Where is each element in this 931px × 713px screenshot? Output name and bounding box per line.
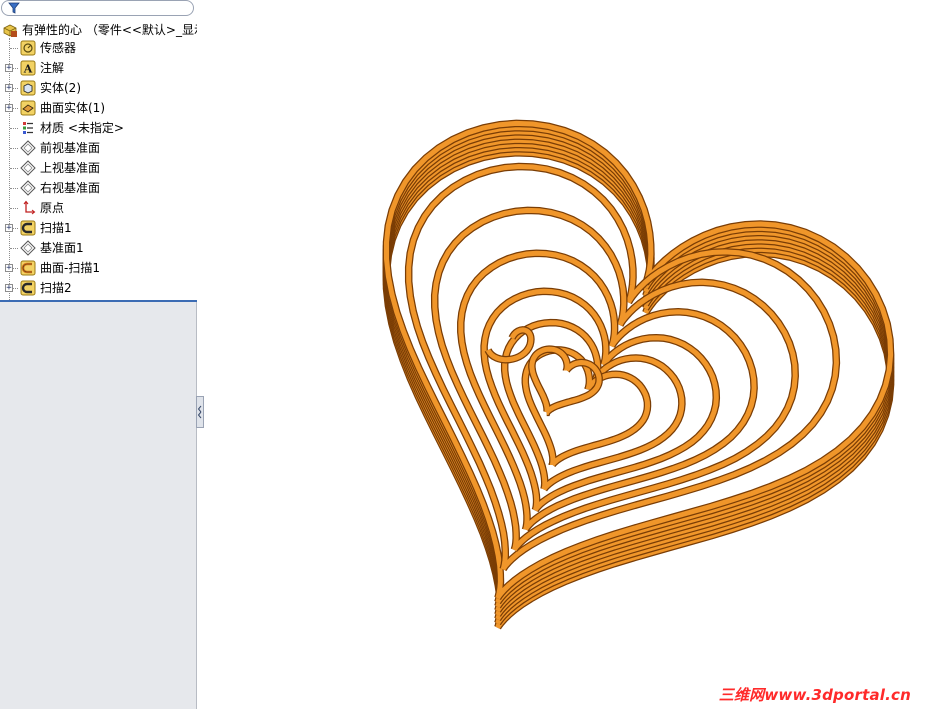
- plane-icon: [20, 240, 36, 256]
- tree-item-label: 传感器: [40, 41, 77, 55]
- watermark-text: 三维网www.3dportal.cn: [718, 686, 911, 704]
- expand-toggle[interactable]: +: [5, 64, 13, 73]
- graphics-viewport[interactable]: 三维网www.3dportal.cn: [198, 0, 931, 709]
- surface-sweep-icon: [20, 260, 36, 276]
- tree-branch: [10, 128, 18, 129]
- expand-toggle[interactable]: +: [5, 284, 13, 293]
- part-icon: [3, 24, 17, 37]
- tree-item-label: 右视基准面: [40, 181, 101, 195]
- tree-item-plane1[interactable]: 基准面1: [0, 238, 197, 258]
- expand-toggle[interactable]: +: [5, 224, 13, 233]
- tree-item-label: 前视基准面: [40, 141, 101, 155]
- material-icon: [23, 122, 33, 134]
- tree-item-label: 曲面-扫描1: [40, 261, 100, 275]
- tree-item-surface-bodies[interactable]: + 曲面实体(1): [0, 98, 197, 118]
- tree-item-surface-sweep1[interactable]: + 曲面-扫描1: [0, 258, 197, 278]
- origin-icon: [23, 200, 36, 215]
- tree-item-label: 材质 <未指定>: [40, 121, 124, 135]
- tree-item-top-plane[interactable]: 上视基准面: [0, 158, 197, 178]
- plane-icon: [20, 180, 36, 196]
- annotation-icon: A: [20, 60, 36, 76]
- expand-toggle[interactable]: +: [5, 84, 13, 93]
- expand-toggle[interactable]: +: [5, 264, 13, 273]
- tree-root-label: 有弹性的心 （零件<<默认>_显示: [22, 23, 197, 37]
- spring-heart-model[interactable]: [198, 0, 931, 709]
- sweep-icon: [20, 280, 36, 296]
- tree-item-right-plane[interactable]: 右视基准面: [0, 178, 197, 198]
- heart-tube-coils: [382, 119, 895, 630]
- tree-item-material[interactable]: 材质 <未指定>: [0, 118, 197, 138]
- tree-branch: [10, 148, 18, 149]
- tree-branch: [10, 188, 18, 189]
- tree-branch: [13, 228, 18, 229]
- tree-branch: [10, 208, 18, 209]
- tree-branch: [13, 268, 18, 269]
- tree-item-label: 曲面实体(1): [40, 101, 105, 115]
- tree-branch: [13, 88, 18, 89]
- tree-item-label: 原点: [40, 201, 65, 215]
- tree-branch: [13, 288, 18, 289]
- tree-item-label: 扫描2: [40, 281, 72, 295]
- surface-bodies-icon: [20, 100, 36, 116]
- tree-branch: [10, 48, 18, 49]
- feature-filter-input[interactable]: [1, 0, 194, 16]
- expand-toggle[interactable]: +: [5, 104, 13, 113]
- tree-item-label: 上视基准面: [40, 161, 101, 175]
- tree-item-sweep2[interactable]: + 扫描2: [0, 278, 197, 298]
- tree-branch: [13, 68, 18, 69]
- tree-item-label: 注解: [40, 61, 65, 75]
- feature-tree: 有弹性的心 （零件<<默认>_显示 传感器 + A 注解 + 实体(2) + 曲…: [0, 18, 197, 300]
- filter-icon[interactable]: [8, 2, 20, 14]
- tree-item-annotations[interactable]: + A 注解: [0, 58, 197, 78]
- tree-item-origin[interactable]: 原点: [0, 198, 197, 218]
- tree-branch: [13, 108, 18, 109]
- sensor-icon: [20, 40, 36, 56]
- tree-item-label: 扫描1: [40, 221, 72, 235]
- feature-manager-panel: 有弹性的心 （零件<<默认>_显示 传感器 + A 注解 + 实体(2) + 曲…: [0, 0, 197, 709]
- tree-branch: [10, 248, 18, 249]
- plane-icon: [20, 140, 36, 156]
- tree-item-front-plane[interactable]: 前视基准面: [0, 138, 197, 158]
- tree-item-solid-bodies[interactable]: + 实体(2): [0, 78, 197, 98]
- tree-root-part[interactable]: 有弹性的心 （零件<<默认>_显示: [0, 20, 197, 40]
- tree-item-label: 基准面1: [40, 241, 84, 255]
- tree-item-sensors[interactable]: 传感器: [0, 38, 197, 58]
- filter-bar: [0, 0, 197, 18]
- tree-item-label: 实体(2): [40, 81, 81, 95]
- tree-item-sweep1[interactable]: + 扫描1: [0, 218, 197, 238]
- tree-branch: [10, 168, 18, 169]
- svg-text:A: A: [23, 63, 33, 76]
- panel-separator: [0, 300, 197, 302]
- plane-icon: [20, 160, 36, 176]
- sweep-icon: [20, 220, 36, 236]
- solid-bodies-icon: [20, 80, 36, 96]
